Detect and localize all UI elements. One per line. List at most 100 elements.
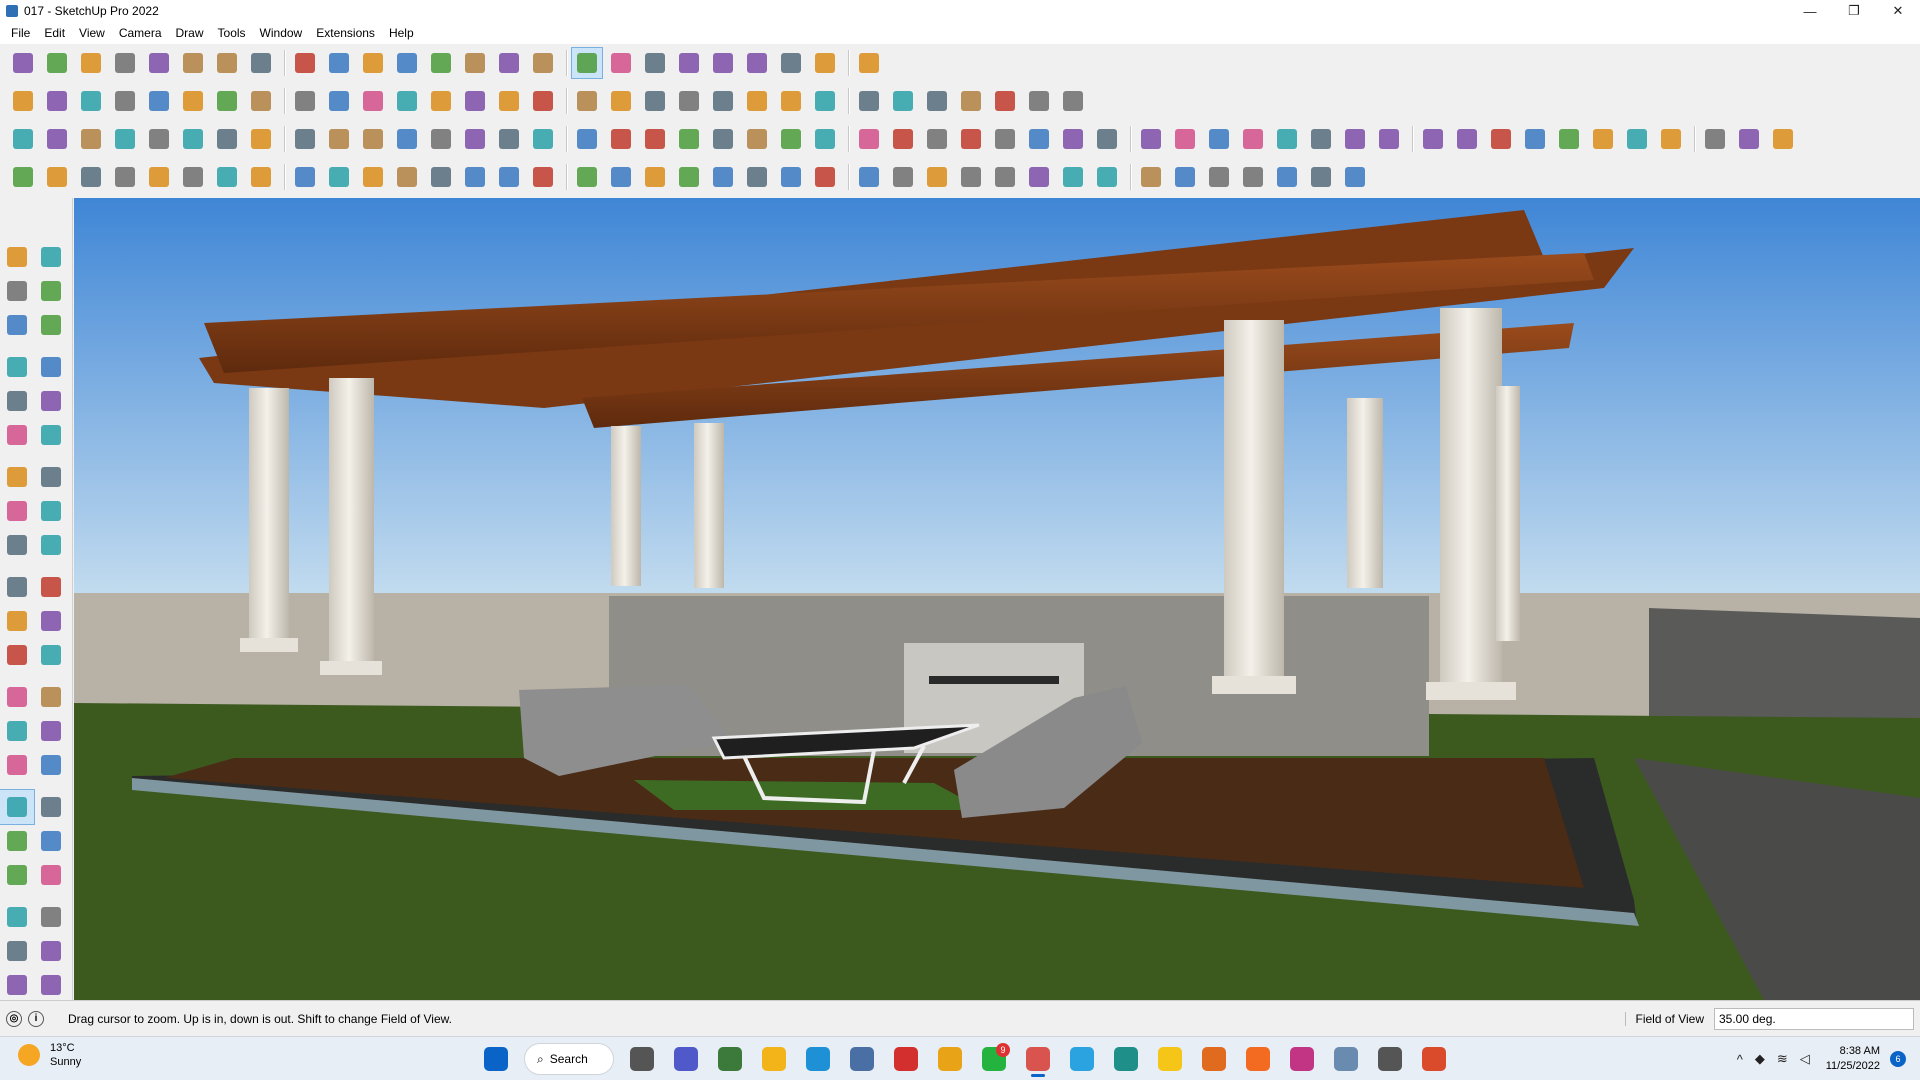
text-tool-button[interactable] (426, 48, 456, 78)
frame-tool-button[interactable] (922, 124, 952, 154)
knot-tool-button[interactable] (742, 162, 772, 192)
layout-tool-button[interactable] (708, 48, 738, 78)
rectangle-tool-button[interactable] (0, 384, 34, 418)
red-block-tool-button[interactable] (246, 162, 276, 192)
menu-window[interactable]: Window (253, 22, 310, 44)
rotated-rectangle-tool-button[interactable] (34, 384, 68, 418)
warehouse-tool-button[interactable] (640, 48, 670, 78)
zoom-extents-tool-button[interactable] (0, 824, 34, 858)
3d-viewport[interactable] (74, 198, 1920, 1000)
wireframe-tool-button[interactable] (144, 86, 174, 116)
warehouse-tool-button[interactable] (0, 934, 34, 968)
move-tool-button[interactable] (290, 48, 320, 78)
tag-tool-button[interactable] (34, 308, 68, 342)
garmin-taskbar-button[interactable] (1196, 1041, 1232, 1077)
rectangle-tool-button[interactable] (178, 48, 208, 78)
menu-file[interactable]: File (4, 22, 37, 44)
pencil-tool-button[interactable] (460, 86, 490, 116)
table-tool-button[interactable] (290, 162, 320, 192)
arc3-tool-button[interactable] (212, 124, 242, 154)
text-tool-button[interactable] (34, 680, 68, 714)
previous-view-tool-button[interactable] (34, 824, 68, 858)
lock-tool-button[interactable] (990, 124, 1020, 154)
geolocation-icon[interactable]: ◎ (6, 1010, 22, 1027)
mirror-tool-button[interactable] (460, 124, 490, 154)
coil-tool-button[interactable] (1272, 124, 1302, 154)
railing-tool-button[interactable] (1418, 124, 1448, 154)
three-point-arc-tool-button[interactable] (34, 494, 68, 528)
pan-tool-button[interactable] (34, 748, 68, 782)
monochrome-tool-button[interactable] (290, 86, 320, 116)
star-tool-button[interactable] (178, 124, 208, 154)
sketchup-taskbar-button[interactable] (1020, 1041, 1056, 1077)
group-tool-button[interactable] (246, 124, 276, 154)
dots-tool-button[interactable] (1058, 124, 1088, 154)
gear-red2-tool-button[interactable] (1024, 162, 1054, 192)
whatsapp-taskbar-button[interactable]: 9 (976, 1041, 1012, 1077)
pencil-tool-button[interactable] (0, 350, 34, 384)
curve-path-tool-button[interactable] (1024, 124, 1054, 154)
walk-tool-button[interactable] (0, 900, 34, 934)
weld-tool-button[interactable] (1092, 124, 1122, 154)
tree-green-tool-button[interactable] (922, 162, 952, 192)
level-tool-button[interactable] (854, 124, 884, 154)
orbit-tool-button[interactable] (0, 748, 34, 782)
protractor-tool-button[interactable] (0, 680, 34, 714)
move-tool-button[interactable] (0, 528, 34, 562)
dimension-tool-button[interactable] (810, 124, 840, 154)
intersect-tool-button[interactable] (290, 124, 320, 154)
push-pull-tool-button[interactable] (212, 48, 242, 78)
solid-subtract-tool-button[interactable] (358, 86, 388, 116)
edge-taskbar-button[interactable] (800, 1041, 836, 1077)
3d-text-tool-button[interactable] (34, 714, 68, 748)
chevron-tool-button[interactable] (1700, 124, 1730, 154)
push-purple-tool-button[interactable] (956, 86, 986, 116)
split-tool-button[interactable] (1136, 124, 1166, 154)
notification-badge[interactable]: 6 (1890, 1051, 1906, 1067)
orbit-arrow-tool-button[interactable] (34, 240, 68, 274)
soften-tool-button[interactable] (640, 124, 670, 154)
sandbox-tool-button[interactable] (810, 48, 840, 78)
tile-brick-tool-button[interactable] (1238, 162, 1268, 192)
wifi-icon[interactable]: ≋ (1777, 1051, 1788, 1067)
eraser-tool-button[interactable] (76, 48, 106, 78)
section-tool-button[interactable] (76, 86, 106, 116)
push-red-tool-button[interactable] (810, 86, 840, 116)
gear-blue-tool-button[interactable] (956, 162, 986, 192)
lasso-tool-button[interactable] (708, 162, 738, 192)
cup-tool-button[interactable] (674, 124, 704, 154)
box-brown-tool-button[interactable] (358, 162, 388, 192)
hand-cursor-tool-button[interactable] (572, 124, 602, 154)
comb-tool-button[interactable] (1486, 124, 1516, 154)
green-cross-tool-button[interactable] (528, 162, 558, 192)
round-tool-button[interactable] (76, 124, 106, 154)
network-app-icon[interactable]: ◆ (1755, 1051, 1765, 1067)
instagram-taskbar-button[interactable] (1284, 1041, 1320, 1077)
minimize-button[interactable]: — (1788, 0, 1832, 22)
tool-taskbar-button[interactable] (1372, 1041, 1408, 1077)
curve-tool-button[interactable] (640, 86, 670, 116)
plane-blue2-tool-button[interactable] (42, 162, 72, 192)
push-blue-tool-button[interactable] (854, 86, 884, 116)
soundcloud-taskbar-button[interactable] (1240, 1041, 1276, 1077)
menu-draw[interactable]: Draw (169, 22, 211, 44)
scatter-tool-button[interactable] (1272, 162, 1302, 192)
menu-edit[interactable]: Edit (37, 22, 72, 44)
make-component-tool-button[interactable] (0, 308, 34, 342)
plane-grey-tool-button[interactable] (178, 162, 208, 192)
paint-tool-button[interactable] (426, 86, 456, 116)
torus-tool-button[interactable] (742, 124, 772, 154)
scene-render[interactable] (74, 198, 1920, 1000)
layout-tool-button[interactable] (0, 968, 34, 1002)
scale-tool-button[interactable] (358, 48, 388, 78)
zoom-tool-button[interactable] (0, 789, 35, 825)
protractor-tool-button[interactable] (110, 124, 140, 154)
cluster-tool-button[interactable] (1340, 162, 1370, 192)
menu-help[interactable]: Help (382, 22, 421, 44)
compass-tool-button[interactable] (810, 162, 840, 192)
store-taskbar-button[interactable] (844, 1041, 880, 1077)
xray-tool-button[interactable] (110, 86, 140, 116)
sketchup-layout-taskbar-button[interactable] (1416, 1041, 1452, 1077)
tree-tool-button[interactable] (1024, 86, 1054, 116)
loop-tool-button[interactable] (1204, 124, 1234, 154)
